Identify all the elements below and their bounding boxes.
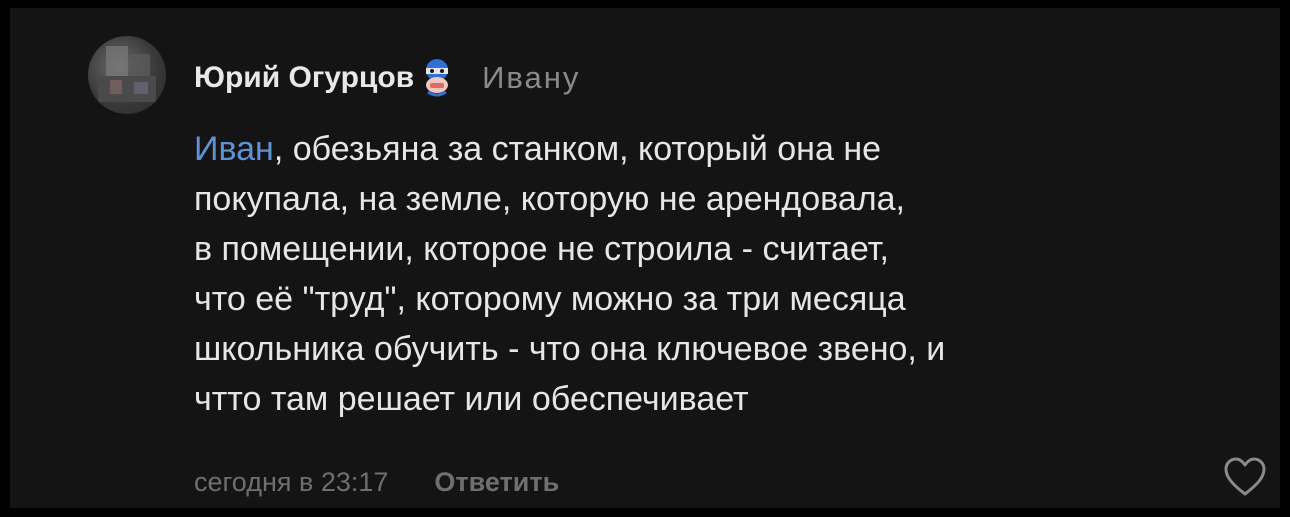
reply-to-recipient[interactable]: Ивану [482,60,580,96]
comment-line: Иван, обезьяна за станком, который она н… [194,124,1264,174]
comment-line-text: , обезьяна за станком, который она не [273,130,881,168]
comment-line: что её "труд", которому можно за три мес… [194,280,906,318]
mention-link[interactable]: Иван [194,130,274,168]
comment-text: Иван, обезьяна за станком, который она н… [194,124,1264,424]
reply-button[interactable]: Ответить [434,467,559,498]
author-name[interactable]: Юрий Огурцов [194,61,414,95]
avatar-image [98,46,156,102]
comment-line: покупала, на земле, которую не арендовал… [194,180,905,218]
avatar[interactable] [88,36,166,114]
timestamp: сегодня в 23:17 [194,466,389,497]
comment-footer: сегодня в 23:17 Ответить [194,464,559,500]
comment-line: школьника обучить - что она ключевое зве… [194,330,946,368]
heart-icon[interactable] [1222,456,1268,498]
comment-line: в помещении, которое не строила - считае… [194,230,889,268]
screenshot-frame: Юрий Огурцов Ивану Иван, обезьяна за ста… [0,0,1290,517]
superhero-mask-icon [420,58,454,98]
comment-header: Юрий Огурцов Ивану [194,58,580,98]
comment-line: чтто там решает или обеспечивает [194,380,749,418]
